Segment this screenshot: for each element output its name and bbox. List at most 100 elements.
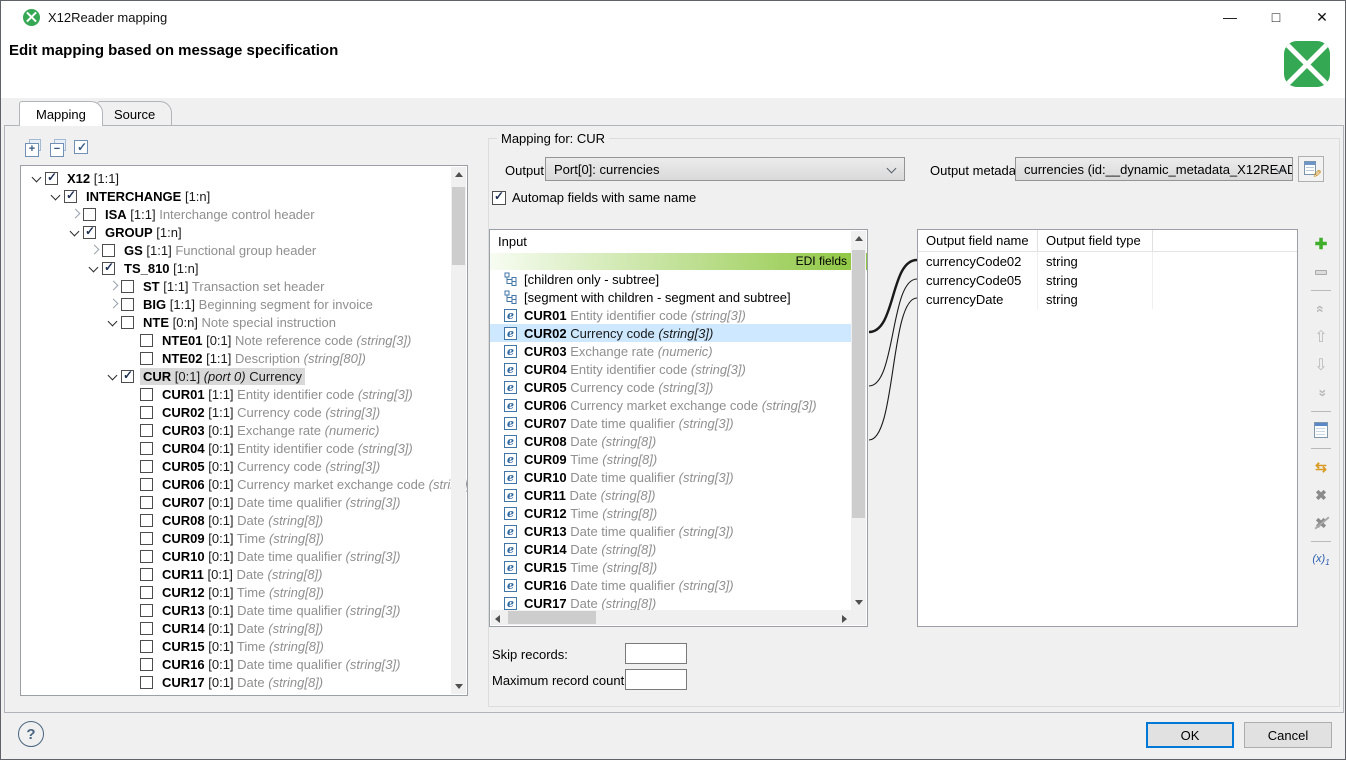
tree-item[interactable]: CUR04 [0:1] Entity identifier code (stri… (21, 439, 451, 457)
output-column-header[interactable]: Output field type (1038, 230, 1153, 251)
edit-metadata-button[interactable]: ✎ (1298, 156, 1324, 182)
tree-item[interactable]: CUR15 [0:1] Time (string[8]) (21, 637, 451, 655)
tree-item[interactable]: CUR17 [0:1] Date (string[8]) (21, 673, 451, 691)
chevron-down-icon[interactable] (105, 313, 121, 331)
scroll-right-icon[interactable] (842, 615, 847, 623)
tree-item[interactable]: ISA [1:1] Interchange control header (21, 205, 451, 223)
tree-item[interactable]: CUR10 [0:1] Date time qualifier (string[… (21, 547, 451, 565)
output-field-row[interactable]: currencyCode05string (918, 271, 1297, 290)
move-down-button[interactable]: ⇩ (1310, 354, 1332, 376)
input-field-item[interactable]: eCUR09 Time (string[8]) (490, 450, 851, 468)
tree-item[interactable]: BIG [1:1] Beginning segment for invoice (21, 295, 451, 313)
collapse-all-button[interactable] (49, 139, 67, 156)
tree-checkbox[interactable] (102, 262, 115, 275)
tree-item[interactable]: CUR16 [0:1] Date time qualifier (string[… (21, 655, 451, 673)
tree-item[interactable]: X12 [1:1] (21, 169, 451, 187)
help-button[interactable]: ? (18, 721, 44, 747)
output-column-header[interactable] (1153, 230, 1297, 251)
tree-item[interactable]: CUR03 [0:1] Exchange rate (numeric) (21, 421, 451, 439)
tree-checkbox[interactable] (64, 190, 77, 203)
tree-checkbox[interactable] (121, 370, 134, 383)
tree-item[interactable]: NTE [0:n] Note special instruction (21, 313, 451, 331)
chevron-right-icon[interactable] (105, 295, 121, 313)
move-bottom-button[interactable]: « (1310, 382, 1332, 404)
tree-checkbox[interactable] (140, 442, 153, 455)
tree-checkbox[interactable] (140, 406, 153, 419)
tree-item[interactable]: CUR06 [0:1] Currency market exchange cod… (21, 475, 451, 493)
output-field-row[interactable]: currencyDatestring (918, 290, 1297, 309)
tree-item[interactable]: CUR14 [0:1] Date (string[8]) (21, 619, 451, 637)
minimize-button[interactable]: — (1207, 1, 1253, 33)
skip-records-input[interactable] (625, 643, 687, 664)
expand-all-button[interactable] (24, 139, 42, 156)
tree-checkbox[interactable] (140, 604, 153, 617)
tree-item[interactable]: TS_810 [1:n] (21, 259, 451, 277)
scroll-down-icon[interactable] (855, 600, 863, 605)
tree-item[interactable]: NTE02 [1:1] Description (string[80]) (21, 349, 451, 367)
input-hscroll-thumb[interactable] (508, 611, 596, 624)
check-visible-button[interactable] (74, 140, 88, 154)
tree-item[interactable]: CUR01 [1:1] Entity identifier code (stri… (21, 385, 451, 403)
tree-checkbox[interactable] (140, 514, 153, 527)
tree-item[interactable]: CUR07 [0:1] Date time qualifier (string[… (21, 493, 451, 511)
tree-item[interactable]: CUR02 [1:1] Currency code (string[3]) (21, 403, 451, 421)
tree-checkbox[interactable] (140, 568, 153, 581)
reset-mapping-button[interactable]: ⇆ (1310, 456, 1332, 478)
tree-item[interactable]: CUR09 [0:1] Time (string[8]) (21, 529, 451, 547)
input-field-item[interactable]: eCUR03 Exchange rate (numeric) (490, 342, 851, 360)
tree-item[interactable]: GROUP [1:n] (21, 223, 451, 241)
input-field-item[interactable]: eCUR05 Currency code (string[3]) (490, 378, 851, 396)
input-field-item[interactable]: eCUR16 Date time qualifier (string[3]) (490, 576, 851, 594)
mapping-connection-line[interactable] (869, 260, 917, 332)
input-field-item[interactable]: eCUR06 Currency market exchange code (st… (490, 396, 851, 414)
input-field-item[interactable]: eCUR11 Date (string[8]) (490, 486, 851, 504)
tree-checkbox[interactable] (140, 622, 153, 635)
input-field-item[interactable]: eCUR15 Time (string[8]) (490, 558, 851, 576)
tree-item[interactable]: CUR05 [0:1] Currency code (string[3]) (21, 457, 451, 475)
input-field-item[interactable]: eCUR04 Entity identifier code (string[3]… (490, 360, 851, 378)
tree-checkbox[interactable] (140, 676, 153, 689)
tree-checkbox[interactable] (121, 316, 134, 329)
tree-checkbox[interactable] (140, 550, 153, 563)
remove-field-button[interactable] (1310, 261, 1332, 283)
tree-checkbox[interactable] (140, 388, 153, 401)
tree-item[interactable]: CUR08 [0:1] Date (string[8]) (21, 511, 451, 529)
tab-source[interactable]: Source (97, 101, 172, 126)
ok-button[interactable]: OK (1146, 722, 1234, 748)
tree-checkbox[interactable] (140, 352, 153, 365)
remove-all-mappings-button[interactable]: ✖ (1310, 512, 1332, 534)
tree-checkbox[interactable] (121, 280, 134, 293)
add-field-button[interactable]: ✚ (1310, 233, 1332, 255)
input-field-item[interactable]: eCUR13 Date time qualifier (string[3]) (490, 522, 851, 540)
scroll-down-icon[interactable] (455, 684, 463, 689)
chevron-right-icon[interactable] (105, 277, 121, 295)
tree-checkbox[interactable] (140, 496, 153, 509)
tree-item[interactable]: INTERCHANGE [1:n] (21, 187, 451, 205)
input-field-item[interactable]: eCUR01 Entity identifier code (string[3]… (490, 306, 851, 324)
scroll-up-icon[interactable] (455, 172, 463, 177)
tree-checkbox[interactable] (140, 532, 153, 545)
scroll-left-icon[interactable] (495, 615, 500, 623)
tree-item[interactable]: CUR13 [0:1] Date time qualifier (string[… (21, 601, 451, 619)
tree-item[interactable]: CUR [0:1] (port 0) Currency (21, 367, 451, 385)
tree-checkbox[interactable] (121, 298, 134, 311)
output-metadata-select[interactable]: currencies (id:__dynamic_metadata_X12REA… (1015, 157, 1293, 181)
chevron-down-icon[interactable] (67, 223, 83, 241)
automap-checkbox[interactable] (492, 191, 506, 205)
tree-item[interactable]: ST [1:1] Transaction set header (21, 277, 451, 295)
chevron-down-icon[interactable] (86, 259, 102, 277)
tree-scroll-thumb[interactable] (452, 187, 465, 265)
output-column-header[interactable]: Output field name (918, 230, 1038, 251)
tree-item[interactable]: CUR12 [0:1] Time (string[8]) (21, 583, 451, 601)
max-record-count-input[interactable] (625, 669, 687, 690)
input-field-item[interactable]: [segment with children - segment and sub… (490, 288, 851, 306)
chevron-down-icon[interactable] (29, 169, 45, 187)
field-pattern-button[interactable]: (x)1 (1310, 549, 1332, 571)
tree-checkbox[interactable] (140, 334, 153, 347)
close-button[interactable]: ✕ (1299, 1, 1345, 33)
chevron-right-icon[interactable] (67, 205, 83, 223)
remove-mapping-button[interactable]: ✖ (1310, 484, 1332, 506)
tree-item[interactable]: NTE01 [0:1] Note reference code (string[… (21, 331, 451, 349)
tree-checkbox[interactable] (140, 658, 153, 671)
input-field-item[interactable]: eCUR10 Date time qualifier (string[3]) (490, 468, 851, 486)
